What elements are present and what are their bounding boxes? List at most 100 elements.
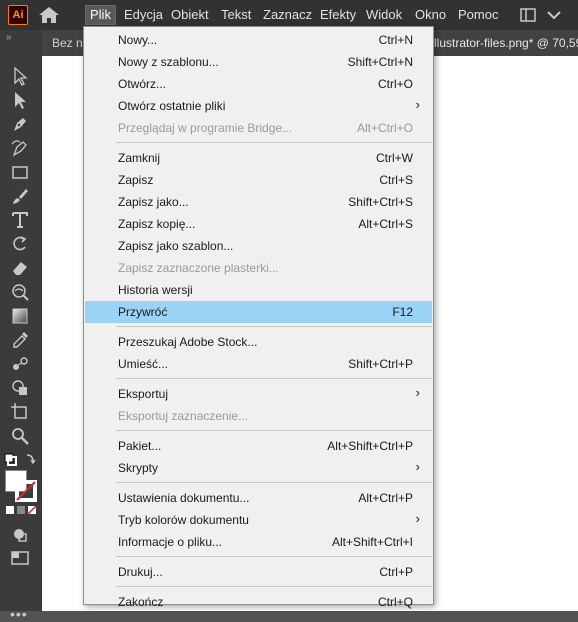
rectangle-icon[interactable]	[10, 162, 30, 182]
menu-item-zapisz-zaznaczone-plasterki: Zapisz zaznaczone plasterki...	[85, 257, 432, 279]
chevron-right-icon: ›	[415, 459, 420, 474]
menu-item-label: Eksportuj zaznaczenie...	[118, 409, 249, 423]
menu-pomoc[interactable]: Pomoc	[454, 6, 502, 24]
menu-item-label: Tryb kolorów dokumentu	[118, 513, 249, 527]
home-icon[interactable]	[38, 6, 60, 24]
pen-icon[interactable]	[10, 114, 30, 134]
menu-separator	[116, 556, 432, 557]
menu-item-zapisz-kopie[interactable]: Zapisz kopię... Alt+Ctrl+S	[85, 213, 432, 235]
menu-item-shortcut: Shift+Ctrl+P	[348, 357, 413, 371]
menu-item-informacje-o-pliku[interactable]: Informacje o pliku... Alt+Shift+Ctrl+I	[85, 531, 432, 553]
menu-edycja[interactable]: Edycja	[120, 6, 167, 24]
menu-item-nowy-z-szablonu[interactable]: Nowy z szablonu... Shift+Ctrl+N	[85, 51, 432, 73]
paintbrush-icon[interactable]	[10, 186, 30, 206]
menu-item-przywroc[interactable]: Przywróć F12	[85, 301, 432, 323]
menu-item-shortcut: Ctrl+Q	[377, 595, 413, 609]
menu-efekty[interactable]: Efekty	[316, 6, 360, 24]
menu-item-label: Zakończ	[118, 595, 164, 609]
menu-item-pakiet[interactable]: Pakiet... Alt+Shift+Ctrl+P	[85, 435, 432, 457]
eyedropper-icon[interactable]	[10, 330, 30, 350]
menu-item-drukuj[interactable]: Drukuj... Ctrl+P	[85, 561, 432, 583]
menu-plik[interactable]: Plik	[85, 5, 116, 25]
stroke-color-swatch[interactable]	[15, 480, 37, 502]
menu-item-otworz-ostatnie-pliki[interactable]: Otwórz ostatnie pliki ›	[85, 95, 432, 117]
chevron-down-icon[interactable]	[545, 7, 563, 23]
menu-item-shortcut: Alt+Shift+Ctrl+P	[327, 439, 413, 453]
menu-item-label: Przywróć	[118, 305, 168, 319]
menu-tekst[interactable]: Tekst	[217, 6, 255, 24]
menu-widok[interactable]: Widok	[362, 6, 406, 24]
menu-item-label: Umieść...	[118, 357, 169, 371]
menu-item-zamknij[interactable]: Zamknij Ctrl+W	[85, 147, 432, 169]
menu-item-zapisz-jako[interactable]: Zapisz jako... Shift+Ctrl+S	[85, 191, 432, 213]
draw-mode-icon[interactable]	[10, 525, 30, 545]
shape-builder-icon[interactable]	[10, 378, 30, 398]
menu-item-eksportuj-zaznaczenie: Eksportuj zaznaczenie...	[85, 405, 432, 427]
menu-separator	[116, 326, 432, 327]
menu-item-ustawienia-dokumentu[interactable]: Ustawienia dokumentu... Alt+Ctrl+P	[85, 487, 432, 509]
gradient-icon[interactable]	[10, 306, 30, 326]
color-mode-icons[interactable]	[5, 505, 37, 517]
menu-obiekt[interactable]: Obiekt	[167, 6, 213, 24]
menu-item-shortcut: Alt+Ctrl+P	[358, 491, 413, 505]
menu-item-umiesc[interactable]: Umieść... Shift+Ctrl+P	[85, 353, 432, 375]
collapse-icon[interactable]: »	[6, 32, 12, 43]
menu-separator	[116, 586, 432, 587]
more-tools-icon[interactable]: •••	[10, 606, 28, 622]
menu-item-zapisz[interactable]: Zapisz Ctrl+S	[85, 169, 432, 191]
menu-item-shortcut: Ctrl+S	[379, 173, 413, 187]
direct-selection-icon[interactable]	[10, 90, 30, 110]
zoom-icon[interactable]	[10, 426, 30, 446]
menu-item-przeszukaj-adobe-stock[interactable]: Przeszukaj Adobe Stock...	[85, 331, 432, 353]
menu-item-tryb-kolorow-dokumentu[interactable]: Tryb kolorów dokumentu ›	[85, 509, 432, 531]
menu-item-zakoncz[interactable]: Zakończ Ctrl+Q	[85, 591, 432, 613]
menu-item-otworz[interactable]: Otwórz... Ctrl+O	[85, 73, 432, 95]
eraser-icon[interactable]	[10, 258, 30, 278]
menu-item-label: Ustawienia dokumentu...	[118, 491, 250, 505]
curvature-icon[interactable]	[10, 138, 30, 158]
menu-item-label: Otwórz...	[118, 77, 167, 91]
menu-item-label: Przeszukaj Adobe Stock...	[118, 335, 258, 349]
menu-item-shortcut: Alt+Ctrl+S	[358, 217, 413, 231]
menu-item-label: Przeglądaj w programie Bridge...	[118, 121, 293, 135]
menu-item-historia-wersji[interactable]: Historia wersji	[85, 279, 432, 301]
menu-item-shortcut: Ctrl+N	[378, 33, 413, 47]
menu-separator	[116, 378, 432, 379]
menu-item-skrypty[interactable]: Skrypty ›	[85, 457, 432, 479]
menu-item-label: Zapisz jako...	[118, 195, 189, 209]
rotate-icon[interactable]	[10, 234, 30, 254]
document-tab[interactable]: Bez na	[52, 30, 82, 56]
menu-item-shortcut: Alt+Ctrl+O	[356, 121, 413, 135]
menu-item-shortcut: F12	[392, 305, 413, 319]
selection-icon[interactable]	[10, 66, 30, 86]
document-tab-active[interactable]: llustrator-files.png* @ 70,59	[434, 30, 578, 56]
screen-mode-icon[interactable]	[10, 548, 30, 568]
chevron-right-icon: ›	[415, 511, 420, 526]
warp-icon[interactable]	[10, 282, 30, 302]
menu-item-label: Otwórz ostatnie pliki	[118, 99, 226, 113]
menu-zaznacz[interactable]: Zaznacz	[259, 6, 316, 24]
menu-item-label: Informacje o pliku...	[118, 535, 223, 549]
menu-item-label: Nowy...	[118, 33, 158, 47]
menu-item-label: Historia wersji	[118, 283, 193, 297]
menu-item-eksportuj[interactable]: Eksportuj ›	[85, 383, 432, 405]
menu-item-label: Zapisz zaznaczone plasterki...	[118, 261, 279, 275]
menu-item-label: Nowy z szablonu...	[118, 55, 219, 69]
menu-item-label: Pakiet...	[118, 439, 162, 453]
illustrator-logo: Ai	[8, 5, 28, 25]
menu-item-label: Zapisz jako szablon...	[118, 239, 234, 253]
menu-item-zapisz-jako-szablon[interactable]: Zapisz jako szablon...	[85, 235, 432, 257]
menu-item-shortcut: Ctrl+P	[379, 565, 413, 579]
menu-item-label: Skrypty	[118, 461, 159, 475]
menu-okno[interactable]: Okno	[411, 6, 450, 24]
menu-item-label: Zapisz	[118, 173, 154, 187]
type-icon[interactable]	[10, 210, 30, 230]
workspace-grid-icon[interactable]	[520, 7, 536, 23]
swap-colors-icon[interactable]	[3, 452, 39, 468]
menu-item-shortcut: Shift+Ctrl+N	[347, 55, 413, 69]
menu-separator	[116, 430, 432, 431]
artboard-icon[interactable]	[10, 402, 30, 422]
file-menu-dropdown: Nowy... Ctrl+N Nowy z szablonu... Shift+Ctr…	[83, 26, 434, 609]
blend-icon[interactable]	[10, 354, 30, 374]
menu-item-nowy[interactable]: Nowy... Ctrl+N	[85, 29, 432, 51]
